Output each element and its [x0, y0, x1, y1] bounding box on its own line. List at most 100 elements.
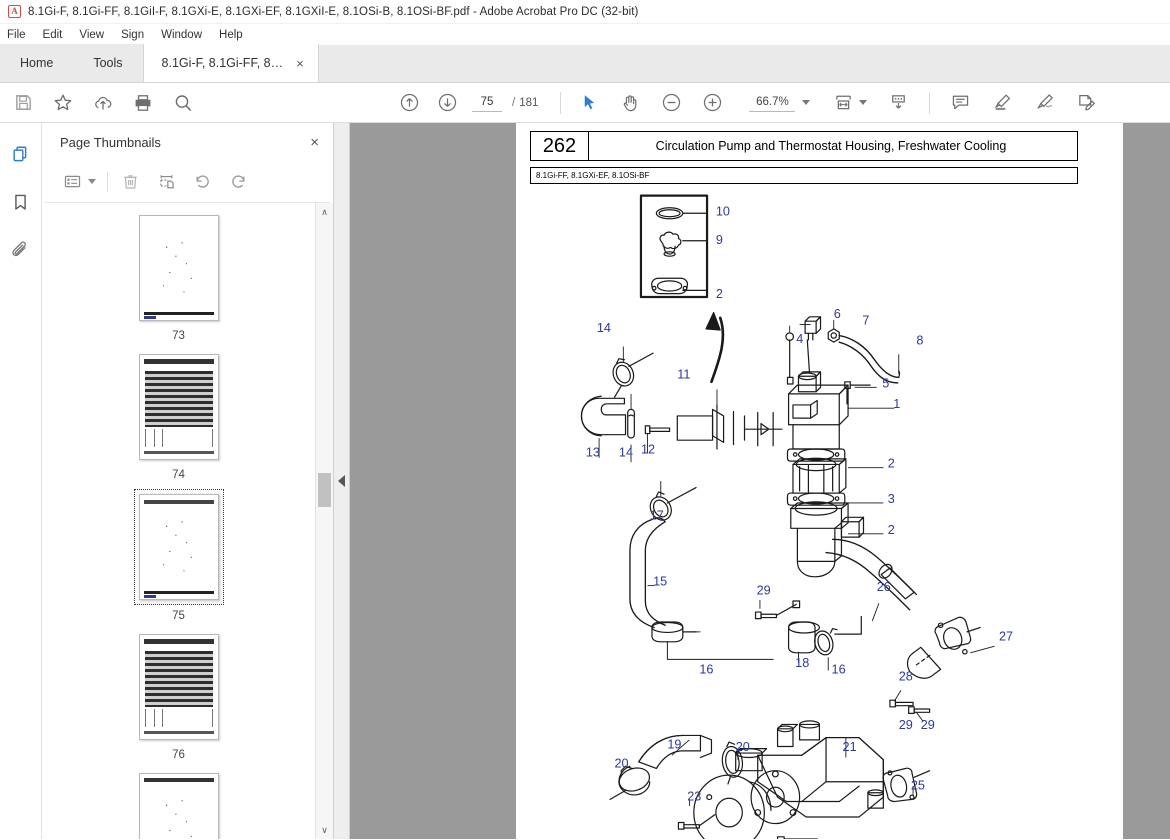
callout-number: 19 [667, 738, 681, 752]
panel-splitter[interactable] [334, 123, 350, 839]
callout-number: 26 [877, 580, 891, 594]
chevron-down-icon[interactable] [802, 100, 811, 105]
thumbnail-box-75-selected[interactable] [133, 489, 224, 605]
thumbnail-page-number: 74 [172, 469, 185, 481]
menu-item-help[interactable]: Help [219, 29, 243, 41]
collapse-panel-icon[interactable] [338, 475, 345, 487]
scroll-up-button[interactable]: ∧ [316, 203, 333, 221]
page-number: 262 [531, 132, 589, 160]
star-icon[interactable] [52, 92, 74, 114]
page-thumbnails-panel: Page Thumbnails × 73 74 75 76 ∧ ∨ [42, 123, 334, 839]
panel-header: Page Thumbnails × [42, 123, 333, 161]
scroll-down-button[interactable]: ∨ [316, 821, 333, 839]
chevron-down-icon-fit[interactable] [859, 100, 868, 105]
page-total: 181 [519, 96, 539, 109]
tab-document[interactable]: 8.1Gi-F, 8.1Gi-FF, 8… × [142, 44, 319, 82]
menu-item-edit[interactable]: Edit [43, 29, 63, 41]
list-item[interactable]: 76 [135, 630, 223, 761]
thumb-footer-logo [143, 595, 156, 598]
chevron-down-icon-panel[interactable] [88, 179, 96, 184]
page-title: Circulation Pump and Thermostat Housing,… [655, 139, 1007, 153]
save-icon[interactable] [12, 92, 34, 114]
zoom-out-button[interactable] [660, 92, 682, 114]
thumbnail-scrollbar[interactable]: ∧ ∨ [315, 203, 333, 839]
toolbar-divider-2 [929, 91, 931, 114]
page-separator: / [512, 96, 516, 109]
thumb-footer-logo [143, 316, 156, 319]
thumb-table-cols [144, 709, 213, 727]
window-title-bar: A 8.1Gi-F, 8.1Gi-FF, 8.1GiI-F, 8.1GXi-E,… [0, 0, 1170, 24]
panel-title: Page Thumbnails [60, 134, 161, 150]
rail-item-bookmarks[interactable] [8, 189, 34, 215]
fit-width-button[interactable] [832, 92, 854, 114]
callout-number: 16 [832, 663, 846, 677]
acrobat-logo-icon: A [8, 5, 21, 18]
thumb-header-bar [143, 359, 214, 364]
list-item[interactable] [135, 769, 223, 839]
list-item[interactable]: 75 [133, 489, 224, 622]
callout-number: 2 [716, 287, 723, 301]
callout-number: 15 [653, 575, 667, 589]
callout-number: 13 [586, 446, 600, 460]
select-tool-button[interactable] [578, 92, 600, 114]
callout-number: 14 [619, 446, 633, 460]
print-icon[interactable] [132, 92, 154, 114]
pdf-page: 262 Circulation Pump and Thermostat Hous… [516, 123, 1123, 839]
thumbnail-box-74[interactable] [135, 350, 223, 464]
callout-number: 8 [916, 333, 923, 347]
callout-number: 9 [716, 233, 723, 247]
callout-number: 11 [677, 367, 690, 381]
tab-home[interactable]: Home [0, 44, 74, 82]
menu-item-file[interactable]: File [7, 29, 26, 41]
rail-item-page-thumbnails[interactable] [8, 141, 34, 167]
thumb-table-rows [144, 651, 213, 707]
rotate-clockwise-icon[interactable] [227, 171, 249, 193]
trash-icon[interactable] [119, 171, 141, 193]
extract-pages-icon[interactable] [155, 171, 177, 193]
close-icon[interactable]: × [310, 135, 319, 150]
callout-number: 20 [736, 740, 750, 754]
next-page-button[interactable] [436, 92, 458, 114]
edit-page-icon[interactable] [1075, 92, 1097, 114]
panel-toolbar [45, 161, 330, 203]
callout-number: 2 [888, 457, 895, 471]
diagram-svg: 1092146 74 8115113 14 12232171529 262718 1616 2… [580, 194, 1013, 839]
list-item[interactable]: 73 [135, 211, 223, 342]
scrollbar-thumb[interactable] [318, 473, 331, 507]
page-number-input[interactable] [472, 93, 502, 112]
hand-tool-button[interactable] [619, 92, 641, 114]
thumb-footer-bar [143, 451, 214, 454]
scroll-mode-button[interactable] [887, 92, 909, 114]
sign-pen-icon[interactable] [1033, 92, 1055, 114]
thumbnail-box-73[interactable] [135, 211, 223, 325]
panel-toolbar-divider [107, 171, 108, 192]
callout-number: 29 [899, 718, 913, 732]
comment-icon[interactable] [949, 92, 971, 114]
tab-tools[interactable]: Tools [73, 44, 143, 82]
highlighter-icon[interactable] [991, 92, 1013, 114]
thumbnail-image [138, 773, 219, 839]
thumb-header-bar [143, 500, 214, 504]
thumbnail-box-76[interactable] [135, 630, 223, 744]
list-item[interactable]: 74 [135, 350, 223, 481]
list-options-icon[interactable] [61, 171, 83, 193]
search-icon[interactable] [172, 92, 194, 114]
thumbnail-box-77[interactable] [135, 769, 223, 839]
cloud-upload-icon[interactable] [92, 92, 114, 114]
previous-page-button[interactable] [398, 92, 420, 114]
zoom-level-input[interactable] [749, 93, 796, 112]
callout-number: 29 [757, 583, 771, 597]
thumb-table-rows [144, 371, 213, 427]
menu-item-window[interactable]: Window [161, 29, 202, 41]
thumbnail-image [138, 494, 219, 600]
rotate-counterclockwise-icon[interactable] [191, 171, 213, 193]
zoom-in-button[interactable] [701, 92, 723, 114]
thumb-diagram-art [147, 513, 210, 587]
rail-item-attachments[interactable] [8, 237, 34, 263]
menu-item-sign[interactable]: Sign [121, 29, 144, 41]
thumb-diagram-art [147, 234, 210, 308]
callout-number: 25 [911, 778, 925, 792]
close-icon[interactable]: × [296, 57, 304, 70]
document-view[interactable]: 262 Circulation Pump and Thermostat Hous… [350, 123, 1170, 839]
menu-item-view[interactable]: View [79, 29, 104, 41]
